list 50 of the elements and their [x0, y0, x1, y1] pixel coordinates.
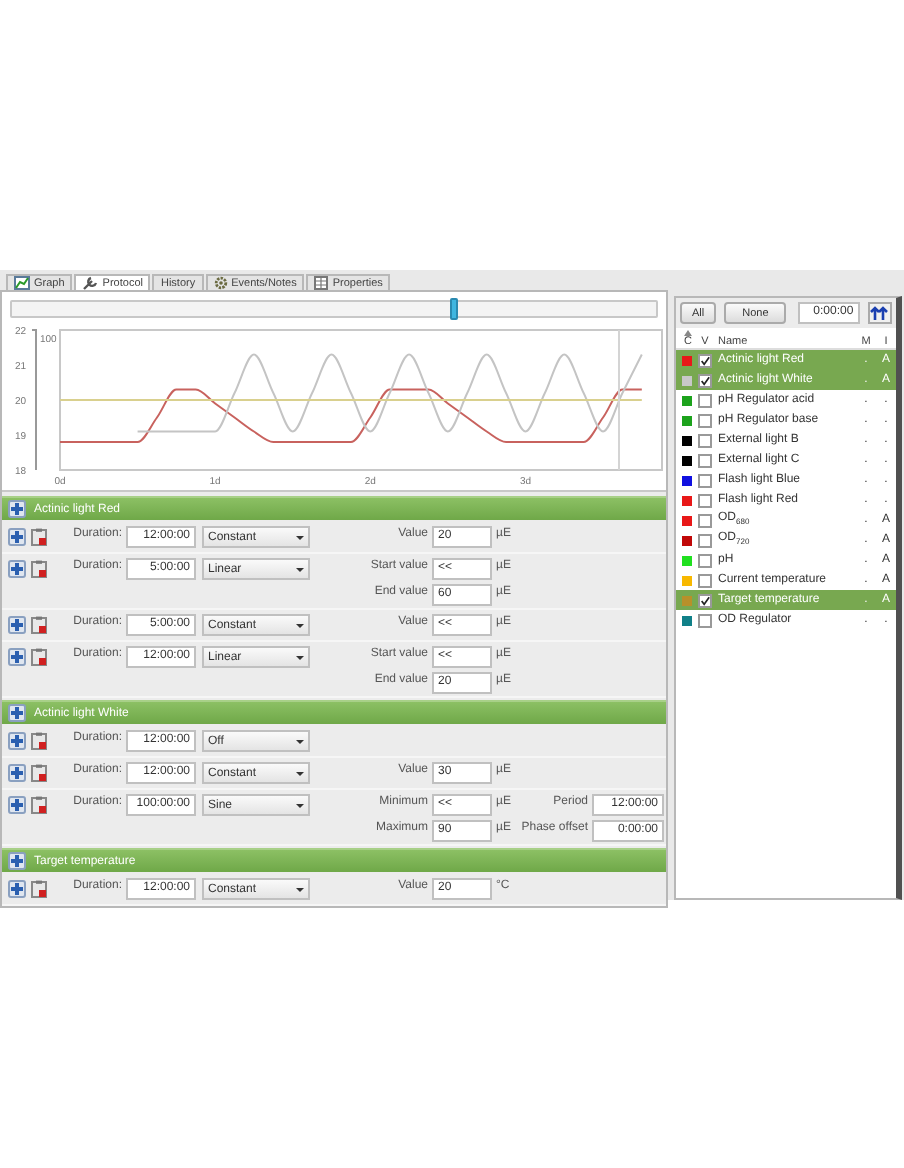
checkbox[interactable]	[698, 473, 712, 487]
plus-icon[interactable]	[8, 500, 26, 518]
cursor-line	[618, 330, 620, 470]
caret-icon	[296, 535, 304, 539]
check-icon	[700, 595, 710, 605]
wrench-icon	[82, 276, 99, 290]
checkbox[interactable]	[698, 573, 712, 587]
caret-icon	[296, 623, 304, 627]
caret-icon	[296, 803, 304, 807]
clipboard-icon[interactable]	[30, 616, 48, 634]
checkbox[interactable]	[698, 393, 712, 407]
caret-icon	[296, 771, 304, 775]
sort-button[interactable]	[867, 302, 892, 324]
clipboard-icon[interactable]	[30, 528, 48, 546]
checkbox[interactable]	[698, 433, 712, 447]
checkbox[interactable]	[698, 613, 712, 627]
clipboard-icon[interactable]	[30, 796, 48, 814]
clipboard-icon[interactable]	[30, 764, 48, 782]
caret-icon	[296, 655, 304, 659]
caret-icon	[296, 567, 304, 571]
clipboard-icon[interactable]	[30, 880, 48, 898]
plus-icon[interactable]	[8, 616, 26, 634]
plus-icon[interactable]	[8, 704, 26, 722]
checkbox[interactable]	[698, 553, 712, 567]
plus-icon[interactable]	[8, 880, 26, 898]
gear-icon	[213, 276, 228, 290]
caret-icon	[296, 739, 304, 743]
checkbox[interactable]	[698, 353, 712, 367]
plus-icon[interactable]	[8, 648, 26, 666]
checkbox[interactable]	[698, 593, 712, 607]
timeline-slider[interactable]	[10, 300, 658, 318]
plus-icon[interactable]	[8, 560, 26, 578]
slider-thumb[interactable]	[449, 298, 458, 320]
checkbox[interactable]	[698, 373, 712, 387]
plus-icon[interactable]	[8, 796, 26, 814]
clipboard-icon[interactable]	[30, 560, 48, 578]
checkbox[interactable]	[698, 453, 712, 467]
checkbox[interactable]	[698, 533, 712, 547]
plus-icon[interactable]	[8, 764, 26, 782]
double-arrow-icon	[870, 306, 889, 320]
y-axis	[31, 329, 37, 471]
caret-icon	[296, 887, 304, 891]
clipboard-icon[interactable]	[30, 732, 48, 750]
plus-icon[interactable]	[8, 528, 26, 546]
checkbox[interactable]	[698, 413, 712, 427]
plus-icon[interactable]	[8, 852, 26, 870]
plus-icon[interactable]	[8, 732, 26, 750]
clipboard-icon[interactable]	[30, 648, 48, 666]
checkbox[interactable]	[698, 493, 712, 507]
checkbox[interactable]	[698, 513, 712, 527]
